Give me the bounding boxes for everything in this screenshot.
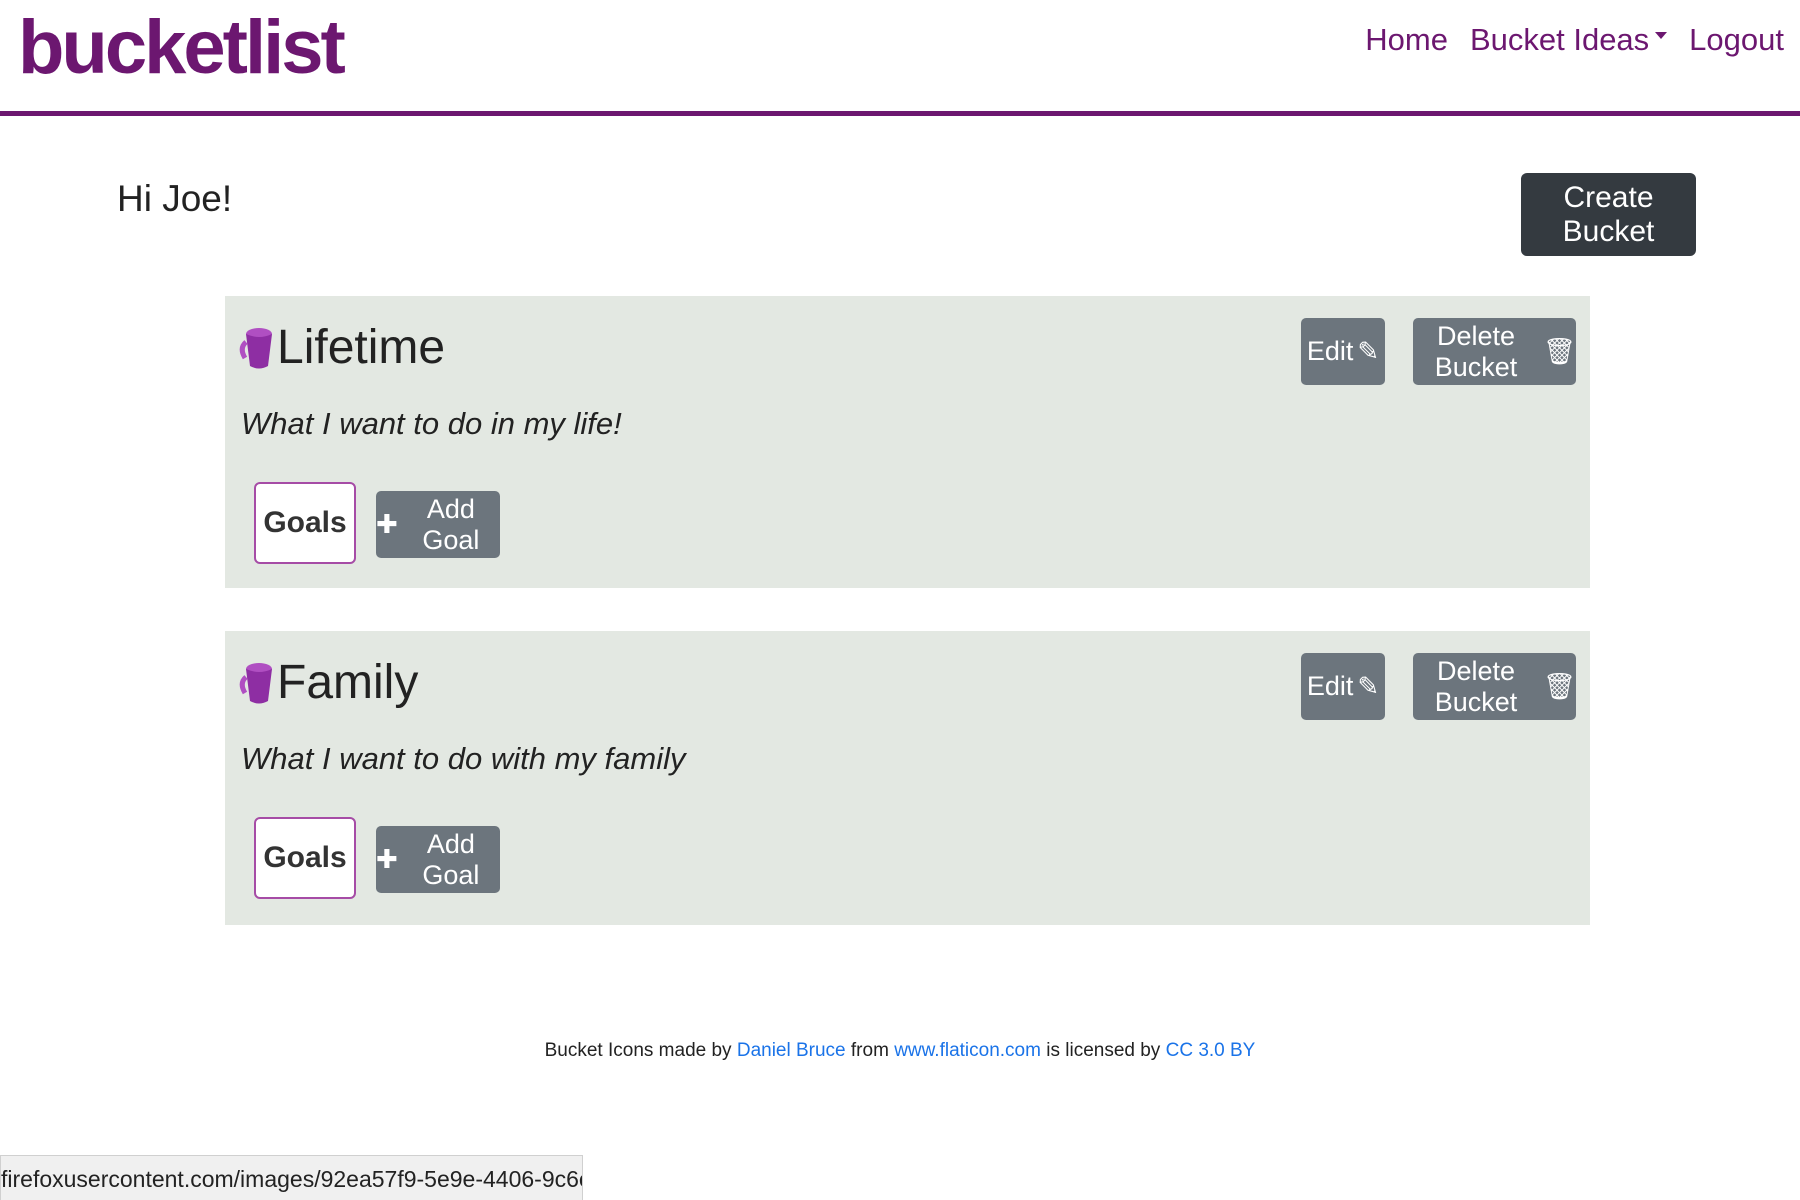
browser-status-bar: firefoxusercontent.com/images/92ea57f9-5… [0, 1155, 583, 1200]
delete-label: Delete Bucket [1434, 320, 1518, 382]
goals-button[interactable]: Goals [254, 482, 356, 564]
footer-licensed: is licensed by [1046, 1040, 1161, 1061]
greeting-text: Hi Joe! [117, 178, 233, 219]
nav-home-link[interactable]: Home [1365, 22, 1448, 58]
bucket-card: Lifetime What I want to do in my life! E… [225, 296, 1590, 588]
edit-label: Edit [1306, 671, 1354, 701]
edit-bucket-button[interactable]: Edit ✎ [1301, 653, 1385, 720]
add-goal-button[interactable]: ✚ Add Goal [376, 491, 500, 558]
navbar: bucketlist Home Bucket Ideas Logout [0, 0, 1800, 116]
nav-bucket-ideas-label: Bucket Ideas [1469, 22, 1650, 57]
delete-label: Delete Bucket [1434, 655, 1518, 717]
bucket-card: Family What I want to do with my family … [225, 631, 1590, 925]
bucket-icon [239, 662, 272, 703]
caret-down-icon [1655, 32, 1668, 40]
footer-from: from [850, 1040, 889, 1061]
license-link[interactable]: CC 3.0 BY [1166, 1040, 1256, 1061]
nav-logout-link[interactable]: Logout [1689, 22, 1784, 58]
add-goal-button[interactable]: ✚ Add Goal [376, 826, 500, 893]
brand-logo[interactable]: bucketlist [18, 4, 346, 91]
plus-icon: ✚ [376, 509, 398, 539]
create-bucket-button[interactable]: Create Bucket [1521, 173, 1696, 256]
bucket-icon [239, 327, 272, 368]
flaticon-link[interactable]: www.flaticon.com [894, 1040, 1041, 1061]
footer-prefix: Bucket Icons made by [544, 1040, 732, 1061]
delete-bucket-button[interactable]: Delete Bucket 🗑 [1413, 653, 1576, 720]
bucket-title-text: Family [277, 656, 419, 709]
plus-icon: ✚ [376, 844, 398, 874]
nav-links: Home Bucket Ideas Logout [1365, 22, 1784, 58]
bucket-description: What I want to do in my life! [241, 406, 622, 441]
bucket-title: Lifetime [239, 320, 445, 375]
edit-label: Edit [1306, 336, 1354, 366]
bucket-title: Family [239, 655, 418, 710]
edit-bucket-button[interactable]: Edit ✎ [1301, 318, 1385, 385]
trash-icon: 🗑 [1542, 336, 1576, 366]
edit-icon: ✎ [1357, 336, 1380, 366]
trash-icon: 🗑 [1542, 671, 1576, 701]
nav-bucket-ideas-dropdown[interactable]: Bucket Ideas [1469, 22, 1668, 58]
author-link[interactable]: Daniel Bruce [737, 1040, 846, 1061]
delete-bucket-button[interactable]: Delete Bucket 🗑 [1413, 318, 1576, 385]
bucket-title-text: Lifetime [277, 321, 446, 374]
add-goal-label: Add Goal [422, 493, 480, 555]
add-goal-label: Add Goal [422, 828, 480, 890]
bucket-description: What I want to do with my family [241, 741, 686, 776]
goals-button[interactable]: Goals [254, 817, 356, 899]
attribution-footer: Bucket Icons made by Daniel Bruce from w… [0, 1040, 1800, 1062]
edit-icon: ✎ [1357, 671, 1380, 701]
